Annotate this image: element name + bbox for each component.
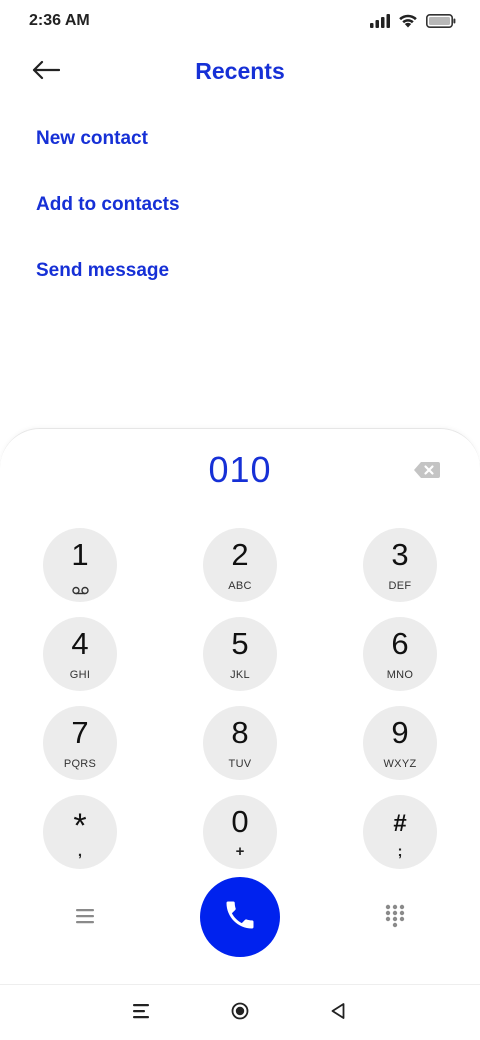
phone-icon	[222, 897, 258, 938]
backspace-icon	[412, 462, 442, 485]
menu-lines-icon	[132, 1003, 150, 1024]
wifi-icon	[398, 13, 418, 28]
signal-icon	[370, 13, 390, 28]
key-letters: ;	[397, 843, 403, 860]
status-bar: 2:36 AM	[0, 0, 480, 44]
call-button[interactable]	[200, 877, 280, 957]
key-letters: ABC	[228, 580, 252, 592]
dialpad-sheet: 010 1 2 ABC 3 DEF 4 GHI 5 JKL 6 MNO 7 PQ…	[0, 428, 480, 984]
key-digit: 3	[391, 537, 409, 572]
system-nav-bar	[0, 984, 480, 1040]
key-letters: GHI	[69, 669, 91, 681]
menu-button[interactable]	[70, 903, 100, 933]
key-digit: 9	[391, 715, 409, 750]
key-digit: 5	[231, 626, 249, 661]
home-nav-button[interactable]	[226, 999, 254, 1027]
page-title: Recents	[195, 58, 285, 84]
key-digit: #	[393, 810, 407, 837]
key-letters: ,	[77, 843, 83, 860]
key-letters: WXYZ	[383, 758, 417, 770]
battery-icon	[426, 13, 456, 28]
key-5[interactable]: 5 JKL	[203, 617, 277, 691]
dialer-screen: 2:36 AM Recents New contact Add to conta…	[0, 0, 480, 1040]
send-message-link[interactable]: Send message	[36, 260, 169, 282]
header: Recents	[0, 44, 480, 100]
triangle-back-icon	[330, 1002, 346, 1025]
add-to-contacts-link[interactable]: Add to contacts	[36, 194, 180, 216]
key-letters: +	[235, 843, 245, 860]
key-digit: *	[73, 807, 87, 845]
key-digit: 0	[231, 804, 249, 839]
backspace-button[interactable]	[412, 459, 442, 481]
key-letters: PQRS	[63, 758, 97, 770]
recents-nav-button[interactable]	[127, 999, 155, 1027]
dialpad-toggle-button[interactable]	[380, 903, 410, 933]
voicemail-icon	[72, 582, 89, 600]
home-circle-icon	[231, 1002, 249, 1025]
back-nav-button[interactable]	[324, 999, 352, 1027]
dialed-number[interactable]: 010	[0, 449, 480, 491]
menu-icon	[75, 908, 95, 929]
key-letters: DEF	[388, 580, 412, 592]
key-2[interactable]: 2 ABC	[203, 528, 277, 602]
dialpad-icon	[385, 904, 405, 933]
key-digit: 2	[231, 537, 249, 572]
key-digit: 7	[71, 715, 89, 750]
key-digit: 8	[231, 715, 249, 750]
status-icons	[370, 13, 456, 28]
key-1[interactable]: 1	[43, 528, 117, 602]
key-letters: MNO	[386, 669, 414, 681]
key-hash[interactable]: # ;	[363, 795, 437, 869]
key-letters: TUV	[228, 758, 252, 770]
key-6[interactable]: 6 MNO	[363, 617, 437, 691]
key-4[interactable]: 4 GHI	[43, 617, 117, 691]
key-7[interactable]: 7 PQRS	[43, 706, 117, 780]
key-3[interactable]: 3 DEF	[363, 528, 437, 602]
key-8[interactable]: 8 TUV	[203, 706, 277, 780]
key-star[interactable]: * ,	[43, 795, 117, 869]
key-letters: JKL	[230, 669, 250, 681]
key-digit: 6	[391, 626, 409, 661]
status-time: 2:36 AM	[29, 12, 90, 29]
new-contact-link[interactable]: New contact	[36, 128, 148, 150]
key-digit: 4	[71, 626, 89, 661]
key-9[interactable]: 9 WXYZ	[363, 706, 437, 780]
key-digit: 1	[71, 537, 89, 572]
key-0[interactable]: 0 +	[203, 795, 277, 869]
